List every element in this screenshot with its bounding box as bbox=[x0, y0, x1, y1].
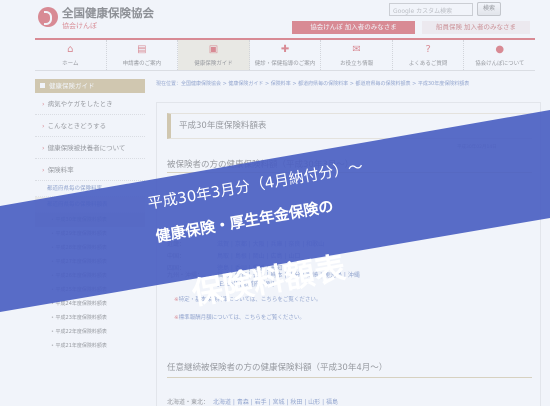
sidebar-year-h23[interactable]: 平成23年度保険料額表 bbox=[35, 311, 145, 325]
nav-health-guide[interactable]: ▣ 健康保険ガイド bbox=[178, 40, 250, 70]
sidebar-sub-rate-by-pref[interactable]: 都道府県毎の保険料率 bbox=[35, 181, 145, 197]
sidebar-year-h27[interactable]: 平成27年度保険料額表 bbox=[35, 255, 145, 269]
sidebar-item-label: 保険料率 bbox=[47, 166, 74, 174]
sidebar-year-h26[interactable]: 平成26年度保険料額表 bbox=[35, 269, 145, 283]
sidebar-heading: 健康保険ガイド bbox=[35, 79, 145, 93]
sidebar-year-h22[interactable]: 平成22年度保険料額表 bbox=[35, 325, 145, 339]
tab-kyokai-members[interactable]: 協会けんぽ 加入者のみなさま bbox=[292, 21, 415, 34]
org-subname: 協会けんぽ bbox=[62, 22, 97, 30]
sidebar-year-h21[interactable]: 平成21年度保険料額表 bbox=[35, 339, 145, 353]
page-date: 平成30年02月14日 bbox=[457, 145, 497, 150]
section-title-voluntary: 任意継続被保険者の方の健康保険料額（平成30年4月～） bbox=[167, 363, 388, 373]
sidebar-item-label: 健康保険被扶養者について bbox=[47, 144, 126, 152]
region-links-hokkaido-tohoku[interactable]: 北海道 | 青森 | 岩手 | 宮城 | 秋田 | 山形 | 福島 bbox=[213, 397, 338, 406]
about-icon: ● bbox=[495, 44, 505, 55]
main-content: 平成30年度保険料額表 平成30年02月14日 被保険者の方の健康保険料額（平成… bbox=[156, 102, 541, 406]
section-divider bbox=[167, 377, 532, 378]
sidebar-year-h25[interactable]: 平成25年度保険料額表 bbox=[35, 283, 145, 297]
nav-faq[interactable]: ? よくあるご質問 bbox=[393, 40, 465, 70]
region-label: 北海道・東北： bbox=[167, 399, 210, 406]
org-logo-icon[interactable] bbox=[38, 7, 58, 27]
nav-checkup[interactable]: ✚ 健診・保健指導のご案内 bbox=[250, 40, 322, 70]
arrow-icon: › bbox=[42, 166, 45, 174]
site-header: 全国健康保険協会 協会けんぽ Google カスタム検索 検索 協会けんぽ 加入… bbox=[0, 0, 550, 38]
nav-label: 申請書のご案内 bbox=[122, 61, 162, 67]
arrow-icon: › bbox=[42, 100, 45, 108]
breadcrumb[interactable]: 現在位置：全国健康保険協会 > 健康保険ガイド > 保険料率 > 都道府県毎の保… bbox=[156, 81, 541, 88]
arrow-icon: › bbox=[42, 144, 45, 152]
tab-seamen-members[interactable]: 船員保険 加入者のみなさま bbox=[422, 21, 530, 34]
sidebar-year-h28[interactable]: 平成28年度保険料額表 bbox=[35, 241, 145, 255]
search-button[interactable]: 検索 bbox=[477, 2, 501, 16]
health-guide-icon: ▣ bbox=[208, 44, 219, 55]
note-standard-pay-link[interactable]: ※標準報酬月額については、こちらをご覧ください。 bbox=[174, 313, 305, 321]
nav-label: 健診・保健指導のご案内 bbox=[254, 61, 316, 67]
sidebar: 健康保険ガイド › 病気やケガをしたとき › こんなときどうする › 健康保険被扶養者… bbox=[35, 79, 145, 406]
nav-home[interactable]: ⌂ ホーム bbox=[35, 40, 107, 70]
sidebar-item-dependents[interactable]: › 健康保険被扶養者について bbox=[35, 137, 145, 159]
nav-label: 協会けんぽについて bbox=[475, 61, 525, 67]
nav-forms[interactable]: ▤ 申請書のご案内 bbox=[107, 40, 179, 70]
nav-about[interactable]: ● 協会けんぽについて bbox=[464, 40, 535, 70]
global-nav: ⌂ ホーム ▤ 申請書のご案内 ▣ 健康保険ガイド ✚ 健診・保健指導のご案内 ✉ お役立… bbox=[35, 38, 535, 71]
sidebar-item-situations[interactable]: › こんなときどうする bbox=[35, 115, 145, 137]
nav-label: よくあるご質問 bbox=[408, 61, 448, 67]
sidebar-sub-table-by-pref[interactable]: 都道府県毎の保険料額表 bbox=[35, 197, 145, 213]
info-icon: ✉ bbox=[352, 44, 361, 55]
region-label: 中国： bbox=[167, 253, 186, 260]
home-icon: ⌂ bbox=[67, 44, 74, 55]
sidebar-item-illness[interactable]: › 病気やケガをしたとき bbox=[35, 93, 145, 115]
region-links-kinki[interactable]: 滋賀 | 京都 | 大阪 | 兵庫 | 奈良 | 和歌山 bbox=[217, 239, 324, 248]
sidebar-year-h24[interactable]: 平成24年度保険料額表 bbox=[35, 297, 145, 311]
nav-label: 健康保険ガイド bbox=[194, 61, 233, 67]
nav-useful-info[interactable]: ✉ お役立ち情報 bbox=[321, 40, 393, 70]
org-name[interactable]: 全国健康保険協会 bbox=[62, 5, 154, 21]
search-input[interactable]: Google カスタム検索 bbox=[389, 3, 473, 16]
arrow-icon: › bbox=[42, 122, 45, 130]
page-title: 平成30年度保険料額表 bbox=[167, 113, 532, 139]
nav-label: お役立ち情報 bbox=[340, 61, 374, 67]
faq-icon: ? bbox=[425, 44, 431, 55]
document-icon: ▤ bbox=[137, 44, 147, 55]
sidebar-item-label: こんなときどうする bbox=[47, 122, 107, 130]
sidebar-item-label: 病気やケガをしたとき bbox=[47, 100, 113, 108]
nav-label: ホーム bbox=[62, 61, 79, 67]
sidebar-year-h30[interactable]: 平成30年度保険料額表 bbox=[35, 213, 145, 227]
sidebar-item-premium-rate[interactable]: › 保険料率 bbox=[35, 159, 145, 181]
sidebar-year-h29[interactable]: 平成29年度保険料額表 bbox=[35, 227, 145, 241]
checkup-icon: ✚ bbox=[280, 44, 290, 55]
